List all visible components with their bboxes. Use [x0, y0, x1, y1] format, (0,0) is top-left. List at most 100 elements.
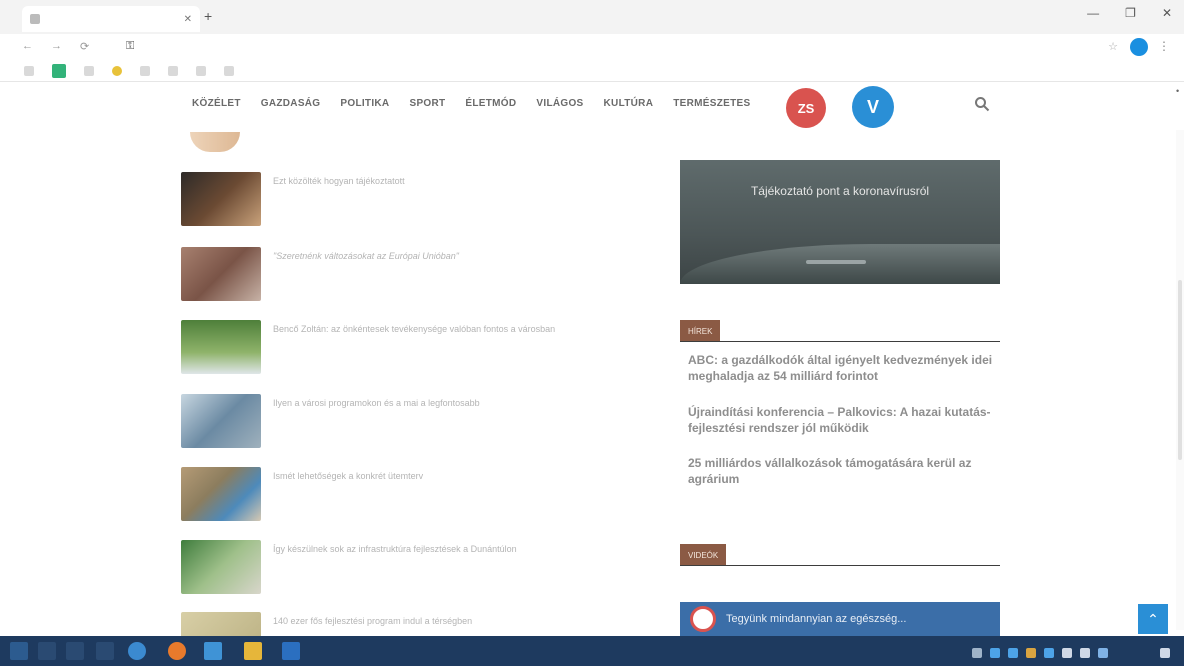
explorer-icon[interactable] — [204, 642, 222, 660]
search-taskbar-icon[interactable] — [38, 642, 56, 660]
minimize-button[interactable]: — — [1087, 6, 1099, 20]
article-thumbnail[interactable] — [181, 612, 261, 636]
profile-avatar[interactable] — [1130, 38, 1148, 56]
partner-logo-red[interactable]: ZS — [786, 88, 826, 128]
side-indicator: • — [1176, 86, 1180, 96]
nav-item-gazdasag[interactable]: GAZDASÁG — [261, 98, 321, 109]
scroll-to-top-button[interactable]: ⌃ — [1138, 604, 1168, 634]
nav-item-kozelet[interactable]: KÖZÉLET — [192, 98, 241, 109]
bookmark-icon — [52, 63, 66, 78]
tray-icon[interactable] — [1044, 648, 1054, 658]
article-title[interactable]: Ilyen a városi programokon és a mai a le… — [273, 398, 480, 450]
word-icon[interactable] — [282, 642, 300, 660]
bookmark-item[interactable] — [224, 65, 238, 76]
nav-item-vilagos[interactable]: VILÁGOS — [536, 98, 583, 109]
tray-icon[interactable] — [990, 648, 1000, 658]
article-title[interactable]: 140 ezer fős fejlesztési program indul a… — [273, 616, 472, 636]
article-thumbnail[interactable] — [181, 247, 261, 301]
bookmark-icon — [24, 65, 34, 76]
clock[interactable] — [1116, 644, 1152, 662]
bookmark-icon — [140, 65, 150, 76]
browser-tab[interactable]: ✕ — [22, 6, 200, 32]
health-campaign-banner[interactable]: Tegyünk mindannyian az egészség... — [680, 602, 1000, 636]
bookmark-item[interactable] — [112, 65, 126, 76]
article-item[interactable]: Ilyen a városi programokon és a mai a le… — [181, 394, 641, 450]
article-thumbnail[interactable] — [181, 540, 261, 594]
tray-icon[interactable] — [972, 648, 982, 658]
new-tab-button[interactable]: + — [204, 8, 212, 24]
task-view-icon[interactable] — [66, 642, 84, 660]
article-item[interactable]: Így készülnek sok az infrastruktúra fejl… — [181, 540, 641, 596]
bookmark-item[interactable] — [140, 65, 154, 76]
browser-window: ✕ + — ❐ ✕ ← → ⟳ ⚿ ☆ ⋮ KÖZÉLET GAZDASÁG P… — [0, 0, 1184, 636]
article-title[interactable]: "Szeretnénk változásokat az Európai Unió… — [273, 251, 459, 303]
bookmark-item[interactable] — [196, 65, 210, 76]
nav-item-sport[interactable]: SPORT — [409, 98, 445, 109]
bookmarks-bar — [0, 60, 1184, 82]
folder-icon[interactable] — [244, 642, 262, 660]
article-title[interactable]: Bencő Zoltán: az önkéntesek tevékenysége… — [273, 324, 555, 376]
reload-button[interactable]: ⟳ — [80, 40, 89, 53]
volume-icon[interactable] — [1080, 648, 1090, 658]
close-window-button[interactable]: ✕ — [1162, 6, 1172, 20]
forward-button[interactable]: → — [51, 40, 62, 53]
article-thumbnail[interactable] — [181, 320, 261, 374]
article-title[interactable]: Ezt közölték hogyan tájékoztatott — [273, 176, 405, 228]
article-title[interactable]: Ismét lehetőségek a konkrét ütemterv — [273, 471, 423, 523]
extension-icon[interactable]: ☆ — [1108, 40, 1118, 53]
back-button[interactable]: ← — [22, 40, 33, 53]
news-headline[interactable]: ABC: a gazdálkodók által igényelt kedvez… — [688, 352, 998, 384]
bookmark-item[interactable] — [168, 65, 182, 76]
bookmark-item[interactable] — [84, 65, 98, 76]
close-tab-icon[interactable]: ✕ — [184, 14, 192, 25]
nav-item-termeszetes[interactable]: TERMÉSZETES — [673, 98, 750, 109]
tray-icon[interactable] — [1026, 648, 1036, 658]
corona-info-banner[interactable]: Tájékoztató pont a koronavírusról — [680, 160, 1000, 284]
browser-menu-icon[interactable]: ⋮ — [1158, 39, 1170, 53]
notification-icon[interactable] — [1160, 648, 1170, 658]
system-tray — [972, 644, 1170, 662]
partner-logo-blue[interactable]: V — [852, 86, 894, 128]
banner-title: Tájékoztató pont a koronavírusról — [750, 184, 930, 198]
article-thumbnail[interactable] — [181, 394, 261, 448]
campaign-text: Tegyünk mindannyian az egészség... — [726, 613, 907, 625]
network-icon[interactable] — [1062, 648, 1072, 658]
article-item[interactable]: "Szeretnénk változásokat az Európai Unió… — [181, 247, 641, 303]
firefox-icon[interactable] — [168, 642, 186, 660]
article-thumbnail-partial[interactable] — [190, 132, 240, 152]
os-taskbar — [0, 636, 1184, 666]
article-item[interactable]: Bencő Zoltán: az önkéntesek tevékenysége… — [181, 320, 641, 376]
scrollbar-thumb[interactable] — [1178, 280, 1182, 460]
tray-icon[interactable] — [1008, 648, 1018, 658]
article-title[interactable]: Így készülnek sok az infrastruktúra fejl… — [273, 544, 517, 596]
tab-strip: ✕ + — ❐ ✕ — [0, 0, 1184, 34]
bookmark-item[interactable] — [24, 65, 38, 76]
app-icon[interactable] — [96, 642, 114, 660]
chrome-icon[interactable] — [128, 642, 146, 660]
bookmark-icon — [84, 65, 94, 76]
bookmark-item[interactable] — [52, 63, 70, 78]
nav-item-kultura[interactable]: KULTÚRA — [604, 98, 654, 109]
start-icon[interactable] — [10, 642, 28, 660]
article-item[interactable]: 140 ezer fős fejlesztési program indul a… — [181, 612, 641, 636]
banner-subtitle — [710, 204, 970, 234]
news-headline[interactable]: 25 milliárdos vállalkozások támogatására… — [688, 455, 998, 487]
article-item[interactable]: Ismét lehetőségek a konkrét ütemterv — [181, 467, 641, 523]
bookmark-icon — [196, 65, 206, 76]
banner-image — [680, 244, 1000, 284]
nav-item-eletmod[interactable]: ÉLETMÓD — [465, 98, 516, 109]
maximize-button[interactable]: ❐ — [1125, 6, 1136, 20]
article-item[interactable]: Ezt közölték hogyan tájékoztatott — [181, 172, 641, 228]
address-field[interactable]: ⚿ — [126, 40, 142, 53]
section-heading-videos: VIDEÓK — [680, 544, 727, 566]
article-thumbnail[interactable] — [181, 467, 261, 521]
favicon-icon — [30, 14, 40, 24]
news-headline[interactable]: Újraindítási konferencia – Palkovics: A … — [688, 404, 998, 436]
nav-buttons: ← → ⟳ — [22, 40, 89, 53]
page-scrollbar[interactable] — [1176, 130, 1184, 630]
nav-item-politika[interactable]: POLITIKA — [340, 98, 389, 109]
language-icon[interactable] — [1098, 648, 1108, 658]
section-heading-news: HÍREK — [680, 320, 721, 342]
search-icon[interactable] — [974, 96, 990, 112]
article-thumbnail[interactable] — [181, 172, 261, 226]
